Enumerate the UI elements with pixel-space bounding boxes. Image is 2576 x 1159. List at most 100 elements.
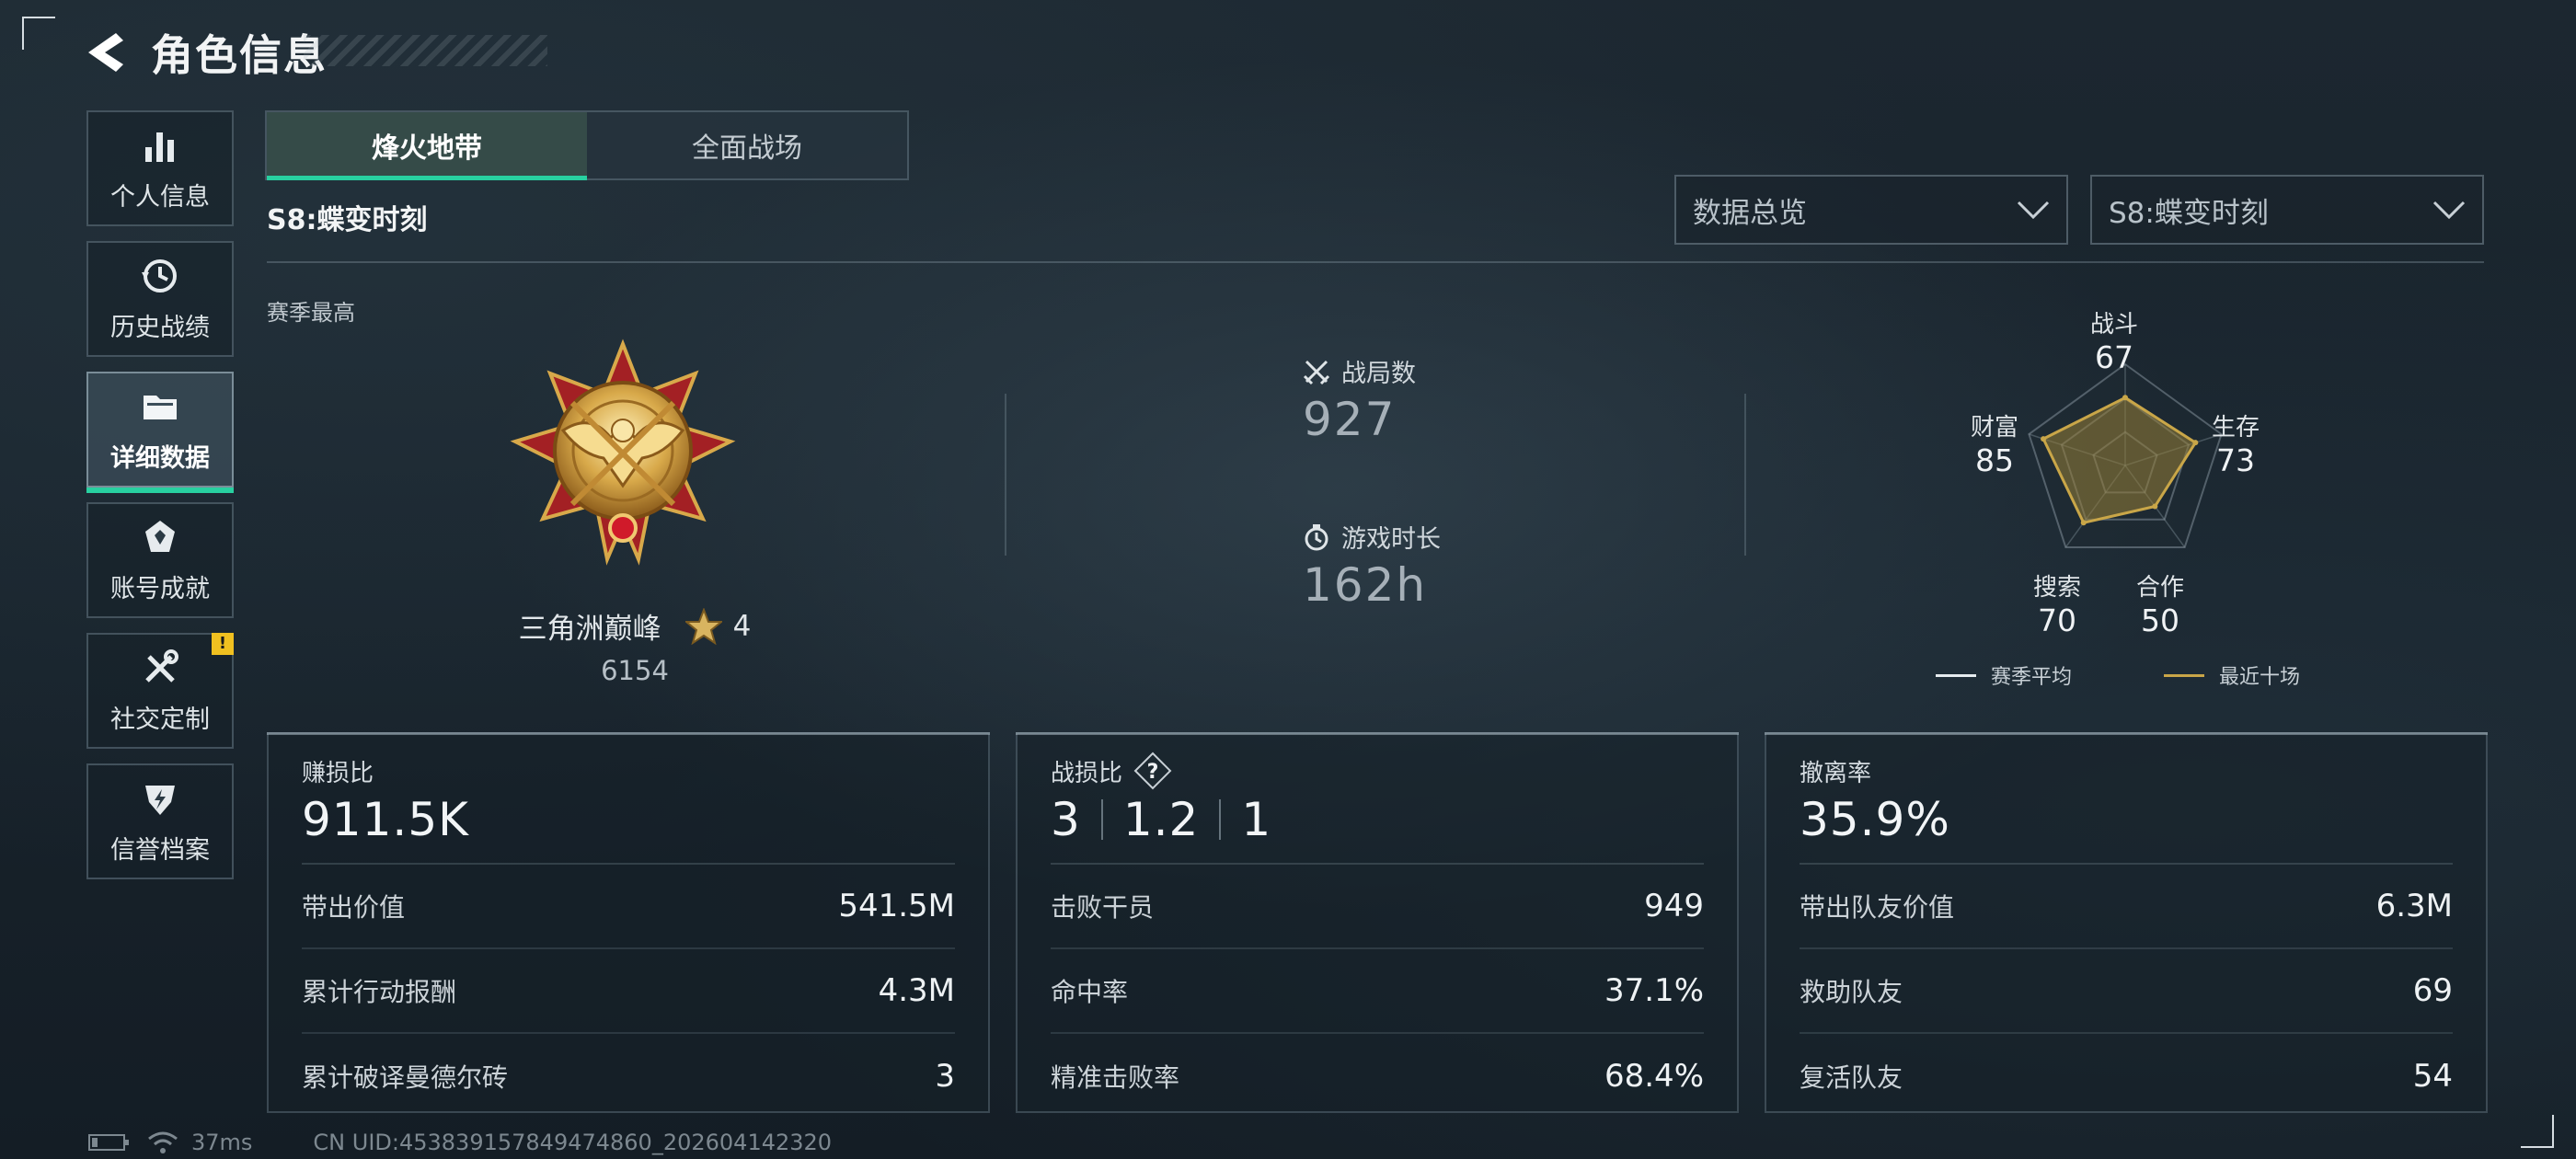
card-title: 战损比 ? [1051,752,1704,790]
reputation-icon [145,785,175,815]
stat-value: 3 [935,1058,955,1095]
card-title: 撤离率 [1800,759,1872,787]
divider [267,261,2484,263]
matches-stat: 战局数 927 [1303,353,1416,446]
season-select[interactable]: S8:蝶变时刻 [2090,175,2484,245]
profit-card: 赚损比 911.5K 带出价值 541.5M 累计行动报酬 4.3M 累计破译曼… [267,732,990,1113]
radar-point [2122,395,2128,401]
radar-axis-combat: 战斗 67 [2089,311,2138,375]
hud-corner-decoration [2521,1115,2554,1148]
stat-value: 541.5M [838,888,955,924]
rank-name: 三角洲巅峰 [518,613,661,646]
back-arrow-icon[interactable] [83,29,129,75]
stat-row: 复活队友 54 [1800,1034,2453,1119]
uid-text: CN UID:453839157849474860_202604142320 [313,1130,833,1155]
stat-row: 精准击败率 68.4% [1051,1034,1704,1119]
divider [1744,394,1746,556]
legend-label: 最近十场 [2219,666,2301,689]
stat-label: 救助队友 [1800,977,1903,1007]
tab-full-battlefield[interactable]: 全面战场 [587,112,907,178]
stopwatch-icon [1305,523,1328,550]
season-best-label: 赛季最高 [267,300,355,326]
radar-axis-search: 搜索 70 [2032,574,2081,638]
kda-separator [1100,799,1103,840]
view-select[interactable]: 数据总览 [1674,175,2068,245]
stat-label: 复活队友 [1800,1062,1903,1093]
sidebar-item-label: 账号成就 [110,574,210,603]
sidebar-item-social-custom[interactable]: 社交定制 ! [86,633,234,749]
playtime-stat: 游戏时长 162h [1303,519,1441,612]
sidebar-item-label: 历史战绩 [110,313,210,342]
kda-ratio: 1.2 [1122,793,1200,846]
legend-recent: 最近十场 [2164,660,2300,690]
view-select-value: 数据总览 [1693,196,1807,230]
stat-row: 带出队友价值 6.3M [1800,865,2453,949]
playtime-label: 游戏时长 [1341,525,1441,554]
sidebar-item-detailed-data[interactable]: 详细数据 [86,372,234,493]
sidebar-item-achievements[interactable]: 账号成就 [86,502,234,618]
folder-icon [144,395,177,419]
ping-value: 37ms [191,1130,253,1155]
battery-icon [88,1134,129,1151]
sidebar-item-personal-info[interactable]: 个人信息 [86,110,234,226]
sidebar-item-label: 信誉档案 [110,835,210,865]
title-decoration [304,35,547,66]
notification-badge: ! [212,633,234,655]
combat-card: 战损比 ? 3 1.2 1 击败干员 949 命中率 37.1% 精准击败率 6… [1016,732,1739,1113]
stat-row: 击败干员 949 [1051,865,1704,949]
matches-label: 战局数 [1341,360,1416,388]
stat-value: 949 [1644,888,1704,924]
svg-text:?: ? [1147,761,1159,784]
stat-label: 累计破译曼德尔砖 [302,1062,509,1093]
stat-value: 37.1% [1604,972,1704,1009]
rank-medal-icon [510,339,736,566]
stat-value: 69 [2412,972,2453,1009]
tab-hazard-zone[interactable]: 烽火地带 [267,112,587,180]
kda-separator [1219,799,1222,840]
wifi-icon [148,1131,178,1153]
chevron-down-icon [2432,201,2466,220]
sidebar-item-label: 个人信息 [110,182,210,212]
help-icon[interactable]: ? [1133,752,1172,790]
sidebar-item-history[interactable]: 历史战绩 [86,241,234,357]
radar-point [2080,520,2087,526]
stat-row: 救助队友 69 [1800,949,2453,1034]
stat-value: 4.3M [878,972,955,1009]
stat-label: 命中率 [1051,977,1129,1007]
sidebar-item-label: 详细数据 [110,443,210,473]
legend-line [1936,673,1976,677]
radar-axis-wealth: 财富 85 [1970,414,2018,478]
page-header: 角色信息 [83,20,328,85]
playtime-value: 162h [1303,558,1428,612]
season-title: S8:蝶变时刻 [267,204,428,236]
card-title-text: 战损比 [1051,759,1123,787]
mode-tabs: 烽火地带 全面战场 [265,110,909,180]
tools-icon [145,648,178,683]
extraction-card: 撤离率 35.9% 带出队友价值 6.3M 救助队友 69 复活队友 54 [1765,732,2488,1113]
stat-row: 带出价值 541.5M [302,865,955,949]
stat-row: 累计破译曼德尔砖 3 [302,1034,955,1119]
stat-label: 带出队友价值 [1800,892,1955,923]
season-select-value: S8:蝶变时刻 [2109,196,2269,230]
legend-line [2164,673,2204,677]
radar-point [2152,503,2158,510]
chevron-down-icon [2017,201,2050,220]
kda-kills: 3 [1051,793,1081,846]
profit-ratio-value: 911.5K [302,793,469,846]
legend-season-avg: 赛季平均 [1936,660,2072,690]
sidebar: 个人信息 历史战绩 详细数据 账号成就 社交定制 ! 信誉档案 [86,110,234,894]
hud-corner-decoration [22,17,55,50]
star-icon [684,607,722,645]
page-title: 角色信息 [151,30,328,80]
stat-label: 带出价值 [302,892,406,923]
status-bar: 37ms CN UID:453839157849474860_202604142… [88,1130,832,1155]
card-title: 赚损比 [302,759,374,787]
rank-score: 6154 [601,655,669,686]
stat-value: 6.3M [2375,888,2453,924]
legend-label: 赛季平均 [1991,666,2073,689]
achievement-icon [145,520,175,552]
kda-deaths: 1 [1241,793,1272,846]
sidebar-item-reputation[interactable]: 信誉档案 [86,763,234,879]
stat-label: 精准击败率 [1051,1062,1180,1093]
stat-value: 68.4% [1604,1058,1704,1095]
